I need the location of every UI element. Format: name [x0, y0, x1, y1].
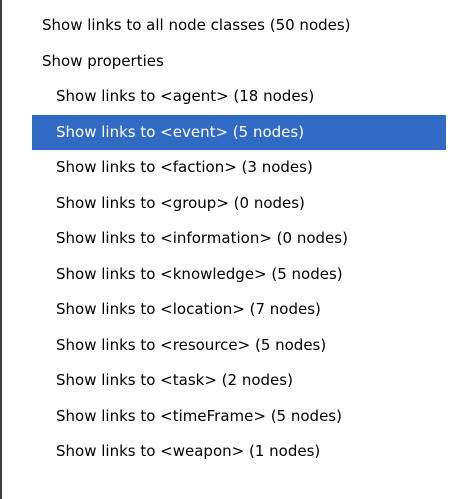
context-menu: Show links to all node classes (50 nodes… — [0, 0, 456, 499]
menu-item-show-properties[interactable]: Show properties — [2, 44, 456, 80]
menu-item-links-event[interactable]: Show links to <event> (5 nodes) — [32, 114, 446, 150]
menu-item-links-agent[interactable]: Show links to <agent> (18 nodes) — [2, 79, 456, 115]
menu-list: Show links to all node classes (50 nodes… — [2, 8, 456, 470]
menu-item-links-information[interactable]: Show links to <information> (0 nodes) — [2, 221, 456, 257]
menu-item-links-faction[interactable]: Show links to <faction> (3 nodes) — [2, 150, 456, 186]
menu-item-links-task[interactable]: Show links to <task> (2 nodes) — [2, 363, 456, 399]
menu-item-links-weapon[interactable]: Show links to <weapon> (1 nodes) — [2, 434, 456, 470]
menu-item-links-location[interactable]: Show links to <location> (7 nodes) — [2, 292, 456, 328]
menu-item-links-timeframe[interactable]: Show links to <timeFrame> (5 nodes) — [2, 399, 456, 435]
menu-item-links-group[interactable]: Show links to <group> (0 nodes) — [2, 186, 456, 222]
menu-item-show-all-node-classes[interactable]: Show links to all node classes (50 nodes… — [2, 8, 456, 44]
menu-item-links-knowledge[interactable]: Show links to <knowledge> (5 nodes) — [2, 257, 456, 293]
menu-item-links-resource[interactable]: Show links to <resource> (5 nodes) — [2, 328, 456, 364]
